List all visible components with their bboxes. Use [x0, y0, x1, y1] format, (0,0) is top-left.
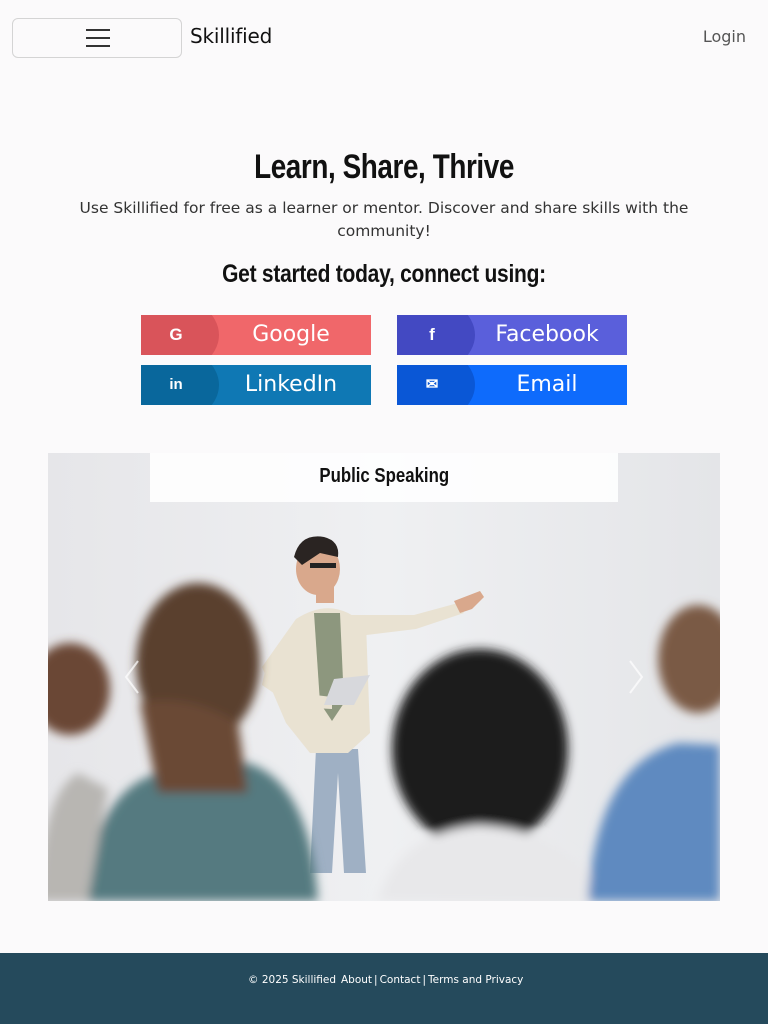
footer: © 2025 Skillified About | Contact | Terms an…	[0, 953, 768, 1024]
hamburger-icon	[86, 29, 110, 47]
login-link[interactable]: Login	[703, 27, 746, 46]
google-login-button[interactable]: G Google	[141, 315, 371, 355]
facebook-icon: f	[429, 325, 435, 344]
brand-name[interactable]: Skillified	[190, 24, 272, 48]
email-login-button[interactable]: ✉ Email	[397, 365, 627, 405]
slide-caption: Public Speaking	[150, 453, 618, 502]
connect-heading: Get started today, connect using:	[222, 260, 546, 288]
facebook-login-button[interactable]: f Facebook	[397, 315, 627, 355]
google-icon: G	[169, 325, 183, 344]
footer-link-terms[interactable]: Terms and Privacy	[428, 974, 523, 986]
google-label: Google	[252, 322, 330, 347]
footer-links: About | Contact | Terms and Privacy	[341, 974, 524, 986]
email-label: Email	[516, 372, 578, 397]
linkedin-label: LinkedIn	[244, 372, 338, 397]
skills-carousel: Public Speaking	[48, 453, 720, 901]
footer-link-about[interactable]: About	[341, 974, 372, 986]
hero-subtitle: Use Skillified for free as a learner or …	[79, 199, 689, 240]
footer-link-contact[interactable]: Contact	[380, 974, 421, 986]
slide-caption-text: Public Speaking	[319, 465, 449, 487]
carousel-prev-button[interactable]	[112, 653, 152, 701]
linkedin-login-button[interactable]: in LinkedIn	[141, 365, 371, 405]
footer-copyright: © 2025 Skillified	[248, 974, 337, 986]
chevron-left-icon	[124, 660, 139, 694]
chevron-right-icon	[629, 660, 644, 694]
hero-title: Learn, Share, Thrive	[254, 148, 514, 186]
envelope-icon: ✉	[425, 376, 439, 393]
menu-toggle-button[interactable]	[12, 18, 182, 58]
linkedin-icon: in	[169, 376, 183, 393]
carousel-next-button[interactable]	[616, 653, 656, 701]
navbar: Skillified Login	[0, 0, 768, 76]
facebook-label: Facebook	[495, 322, 599, 347]
